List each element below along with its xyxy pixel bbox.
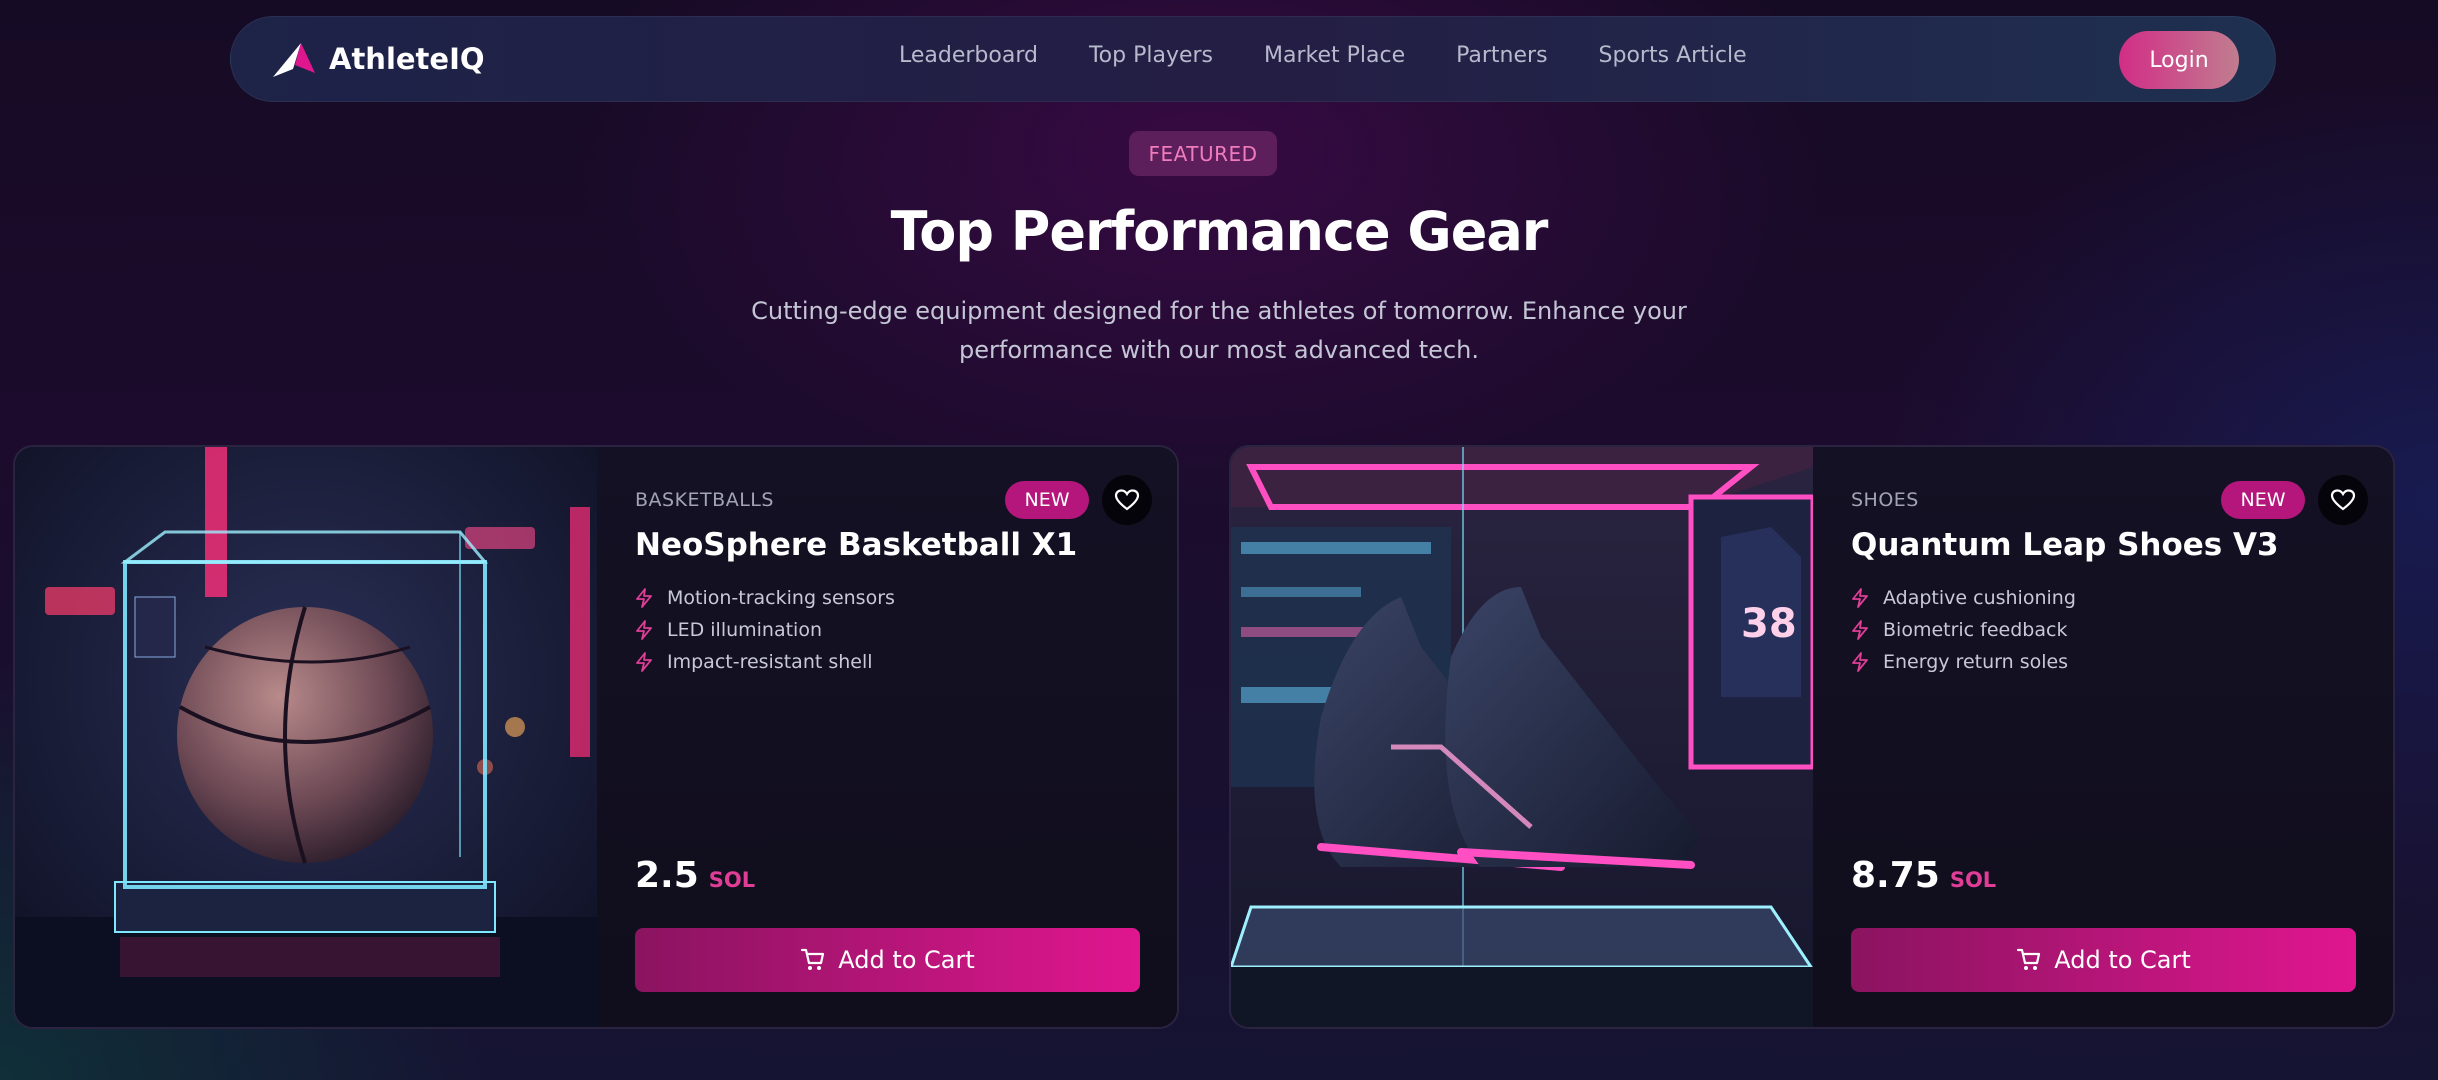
wishlist-button[interactable] [2318,475,2368,525]
brand-name: AthleteIQ [329,42,485,76]
feature-item: Biometric feedback [1851,614,2076,646]
product-price: 2.5 SOL [635,855,755,896]
product-name: Quantum Leap Shoes V3 [1851,527,2279,563]
new-badge: NEW [1005,481,1089,519]
feature-list: Motion-tracking sensors LED illumination… [635,582,895,678]
feature-item: Energy return soles [1851,646,2076,678]
bolt-icon [1852,620,1868,640]
feature-list: Adaptive cushioning Biometric feedback E… [1851,582,2076,678]
feature-label: Energy return soles [1883,651,2069,673]
price-currency: SOL [1949,868,1997,892]
feature-item: Impact-resistant shell [635,646,895,678]
product-card-basketball: BASKETBALLS NEW NeoSphere Basketball X1 … [13,445,1179,1029]
nav-link-sports-article[interactable]: Sports Article [1599,43,1747,68]
page-subtitle: Cutting-edge equipment designed for the … [719,292,1719,370]
subtitle-line-2: performance with our most advanced tech. [959,336,1479,364]
featured-badge: FEATURED [1129,131,1277,176]
shoes-display-image[interactable]: 38 [1231,447,1813,1027]
price-value: 2.5 [635,855,699,896]
bolt-icon [636,588,652,608]
wishlist-button[interactable] [1102,475,1152,525]
subtitle-line-1: Cutting-edge equipment designed for the … [751,297,1687,325]
basketball-image-art [15,447,597,1027]
bolt-icon [636,652,652,672]
feature-item: Adaptive cushioning [1851,582,2076,614]
feature-label: Adaptive cushioning [1883,587,2076,609]
bolt-icon [1852,588,1868,608]
feature-label: Biometric feedback [1883,619,2068,641]
add-to-cart-label: Add to Cart [2054,946,2191,974]
heart-icon [1114,489,1140,511]
top-navbar: AthleteIQ Leaderboard Top Players Market… [230,16,2276,102]
svg-text:38: 38 [1741,601,1797,647]
nav-link-top-players[interactable]: Top Players [1089,43,1213,68]
feature-item: LED illumination [635,614,895,646]
bolt-icon [1852,652,1868,672]
price-currency: SOL [708,868,756,892]
new-badge: NEW [2221,481,2305,519]
add-to-cart-button[interactable]: Add to Cart [1851,928,2356,992]
product-category: BASKETBALLS [635,489,774,511]
brand[interactable]: AthleteIQ [271,39,485,79]
add-to-cart-label: Add to Cart [838,946,975,974]
nav-link-leaderboard[interactable]: Leaderboard [899,43,1038,68]
product-info: SHOES NEW Quantum Leap Shoes V3 Adaptive… [1813,447,2393,1027]
product-name: NeoSphere Basketball X1 [635,527,1078,563]
page-title: Top Performance Gear [890,200,1549,263]
bolt-icon [636,620,652,640]
feature-label: Impact-resistant shell [667,651,873,673]
nav-links: Leaderboard Top Players Market Place Par… [899,43,1798,68]
feature-label: Motion-tracking sensors [667,587,895,609]
product-card-shoes: 38 SHOES NEW Quantum Leap Shoes V3 Adapt… [1229,445,2395,1029]
add-to-cart-button[interactable]: Add to Cart [635,928,1140,992]
product-category: SHOES [1851,489,1919,511]
cart-icon [2017,948,2041,970]
heart-icon [2330,489,2356,511]
cart-icon [801,948,825,970]
basketball-display-image[interactable] [15,447,597,1027]
product-price: 8.75 SOL [1851,855,1996,896]
shoes-image-art: 38 [1231,447,1813,1027]
product-info: BASKETBALLS NEW NeoSphere Basketball X1 … [597,447,1177,1027]
nav-link-market-place[interactable]: Market Place [1264,43,1405,68]
feature-item: Motion-tracking sensors [635,582,895,614]
athleteiq-logo-icon [273,43,315,77]
nav-link-partners[interactable]: Partners [1456,43,1547,68]
login-button[interactable]: Login [2119,31,2239,89]
feature-label: LED illumination [667,619,823,641]
price-value: 8.75 [1851,855,1940,896]
